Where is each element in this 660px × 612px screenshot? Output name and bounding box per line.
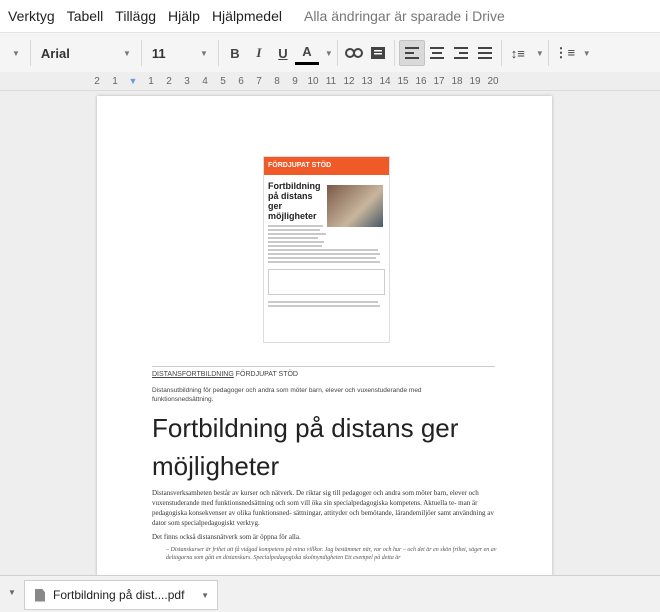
ruler-tick: 3 <box>184 75 190 87</box>
ruler-tick: 20 <box>487 75 499 87</box>
kicker-link[interactable]: DISTANSFORTBILDNING <box>152 371 234 378</box>
ruler-tick: 6 <box>238 75 244 87</box>
ruler-tick: 1 <box>148 75 154 87</box>
ruler-tick: 7 <box>256 75 262 87</box>
numbered-list-icon[interactable]: ⋮≡ <box>553 41 577 65</box>
chevron-down-icon[interactable]: ▼ <box>536 49 544 58</box>
indent-marker-icon[interactable]: ▼ <box>124 76 142 86</box>
ruler-tick: 1 <box>112 75 118 87</box>
quote: – Distanskurser är frihet att få vidgad … <box>166 547 497 561</box>
chevron-down-icon[interactable]: ▼ <box>325 49 333 58</box>
thumb-header: FÖRDJUPAT STÖD <box>264 157 389 175</box>
underline-icon[interactable]: U <box>271 41 295 65</box>
italic-icon[interactable]: I <box>247 41 271 65</box>
file-icon <box>35 588 45 602</box>
download-filename: Fortbildning på dist....pdf <box>53 588 185 602</box>
ruler[interactable]: 2 1 ▼ 1 2 3 4 5 6 7 8 9 10 11 12 13 14 1… <box>0 72 660 91</box>
save-status[interactable]: Alla ändringar är sparade i Drive <box>304 8 505 24</box>
menu-tabell[interactable]: Tabell <box>67 8 104 24</box>
body-text: Distansverksamheten består av kurser och… <box>152 488 497 566</box>
ruler-tick: 18 <box>451 75 463 87</box>
divider <box>336 40 338 66</box>
divider <box>500 40 502 66</box>
chevron-down-icon: ▼ <box>123 48 131 58</box>
thumb-text-lines <box>268 225 385 263</box>
ruler-tick: 2 <box>94 75 100 87</box>
ruler-tick: 11 <box>325 75 337 87</box>
kicker-rest: FÖRDJUPAT STÖD <box>233 371 298 378</box>
paragraph: Distansverksamheten består av kurser och… <box>152 489 494 527</box>
document-page[interactable]: FÖRDJUPAT STÖD Fortbildning på distans g… <box>97 96 552 576</box>
embedded-image[interactable]: FÖRDJUPAT STÖD Fortbildning på distans g… <box>263 156 390 343</box>
ruler-tick: 12 <box>343 75 355 87</box>
font-dropdown[interactable]: Arial ▼ <box>35 39 137 67</box>
menu-hjalp[interactable]: Hjälp <box>168 8 200 24</box>
zoom-dropdown[interactable]: ▼ <box>0 39 26 67</box>
ruler-tick: 15 <box>397 75 409 87</box>
ruler-tick: 16 <box>415 75 427 87</box>
ruler-tick: 17 <box>433 75 445 87</box>
align-center-icon[interactable] <box>425 41 449 65</box>
thumb-title: Fortbildning på distans ger möjligheter <box>268 181 321 221</box>
menu-bar: Verktyg Tabell Tillägg Hjälp Hjälpmedel … <box>0 0 660 32</box>
paragraph: Det finns också distansnätverk som är öp… <box>152 533 301 541</box>
divider <box>393 40 395 66</box>
font-size-dropdown[interactable]: 11 ▼ <box>146 39 214 67</box>
chevron-down-icon[interactable]: ▼ <box>583 49 591 58</box>
font-name: Arial <box>40 45 70 61</box>
ruler-tick: 5 <box>220 75 226 87</box>
divider <box>547 40 549 66</box>
menu-tillagg[interactable]: Tillägg <box>115 8 156 24</box>
chevron-down-icon: ▼ <box>12 48 20 58</box>
chevron-down-icon: ▼ <box>200 48 208 58</box>
menu-hjalpmedel[interactable]: Hjälpmedel <box>212 8 282 24</box>
bold-icon[interactable]: B <box>223 41 247 65</box>
divider <box>152 366 495 367</box>
kicker: DISTANSFORTBILDNING FÖRDJUPAT STÖD <box>152 371 298 378</box>
thumb-photo <box>327 185 383 227</box>
text-color-icon[interactable]: A <box>294 42 319 65</box>
toolbar: ▼ Arial ▼ 11 ▼ B I U A ▼ ↕≡ ▼ ⋮≡ ▼ <box>0 32 660 74</box>
ruler-tick: 8 <box>274 75 280 87</box>
align-right-icon[interactable] <box>449 41 473 65</box>
lede: Distansutbildning för pedagoger och andr… <box>152 387 422 403</box>
align-justify-icon[interactable] <box>473 41 497 65</box>
divider <box>140 40 142 66</box>
ruler-tick: 19 <box>469 75 481 87</box>
menu-verktyg[interactable]: Verktyg <box>8 8 55 24</box>
ruler-tick: 14 <box>379 75 391 87</box>
ruler-tick: 10 <box>307 75 319 87</box>
divider <box>217 40 219 66</box>
font-size: 11 <box>151 45 166 61</box>
thumb-text-lines <box>268 301 385 307</box>
chevron-down-icon[interactable]: ▼ <box>201 591 209 600</box>
ruler-tick: 4 <box>202 75 208 87</box>
ruler-tick: 13 <box>361 75 373 87</box>
link-icon[interactable] <box>342 41 366 65</box>
download-item[interactable]: Fortbildning på dist....pdf ▼ <box>24 580 218 610</box>
comment-icon[interactable] <box>366 41 390 65</box>
thumb-box <box>268 269 385 295</box>
align-left-icon[interactable] <box>398 40 425 66</box>
download-bar: ▼ Fortbildning på dist....pdf ▼ <box>0 575 660 612</box>
ruler-tick: 9 <box>292 75 298 87</box>
chevron-down-icon[interactable]: ▼ <box>8 588 16 597</box>
document-title: Fortbildning på distans ger möjligheter <box>152 413 459 481</box>
line-spacing-icon[interactable]: ↕≡ <box>506 41 530 65</box>
ruler-tick: 2 <box>166 75 172 87</box>
divider <box>29 40 31 66</box>
